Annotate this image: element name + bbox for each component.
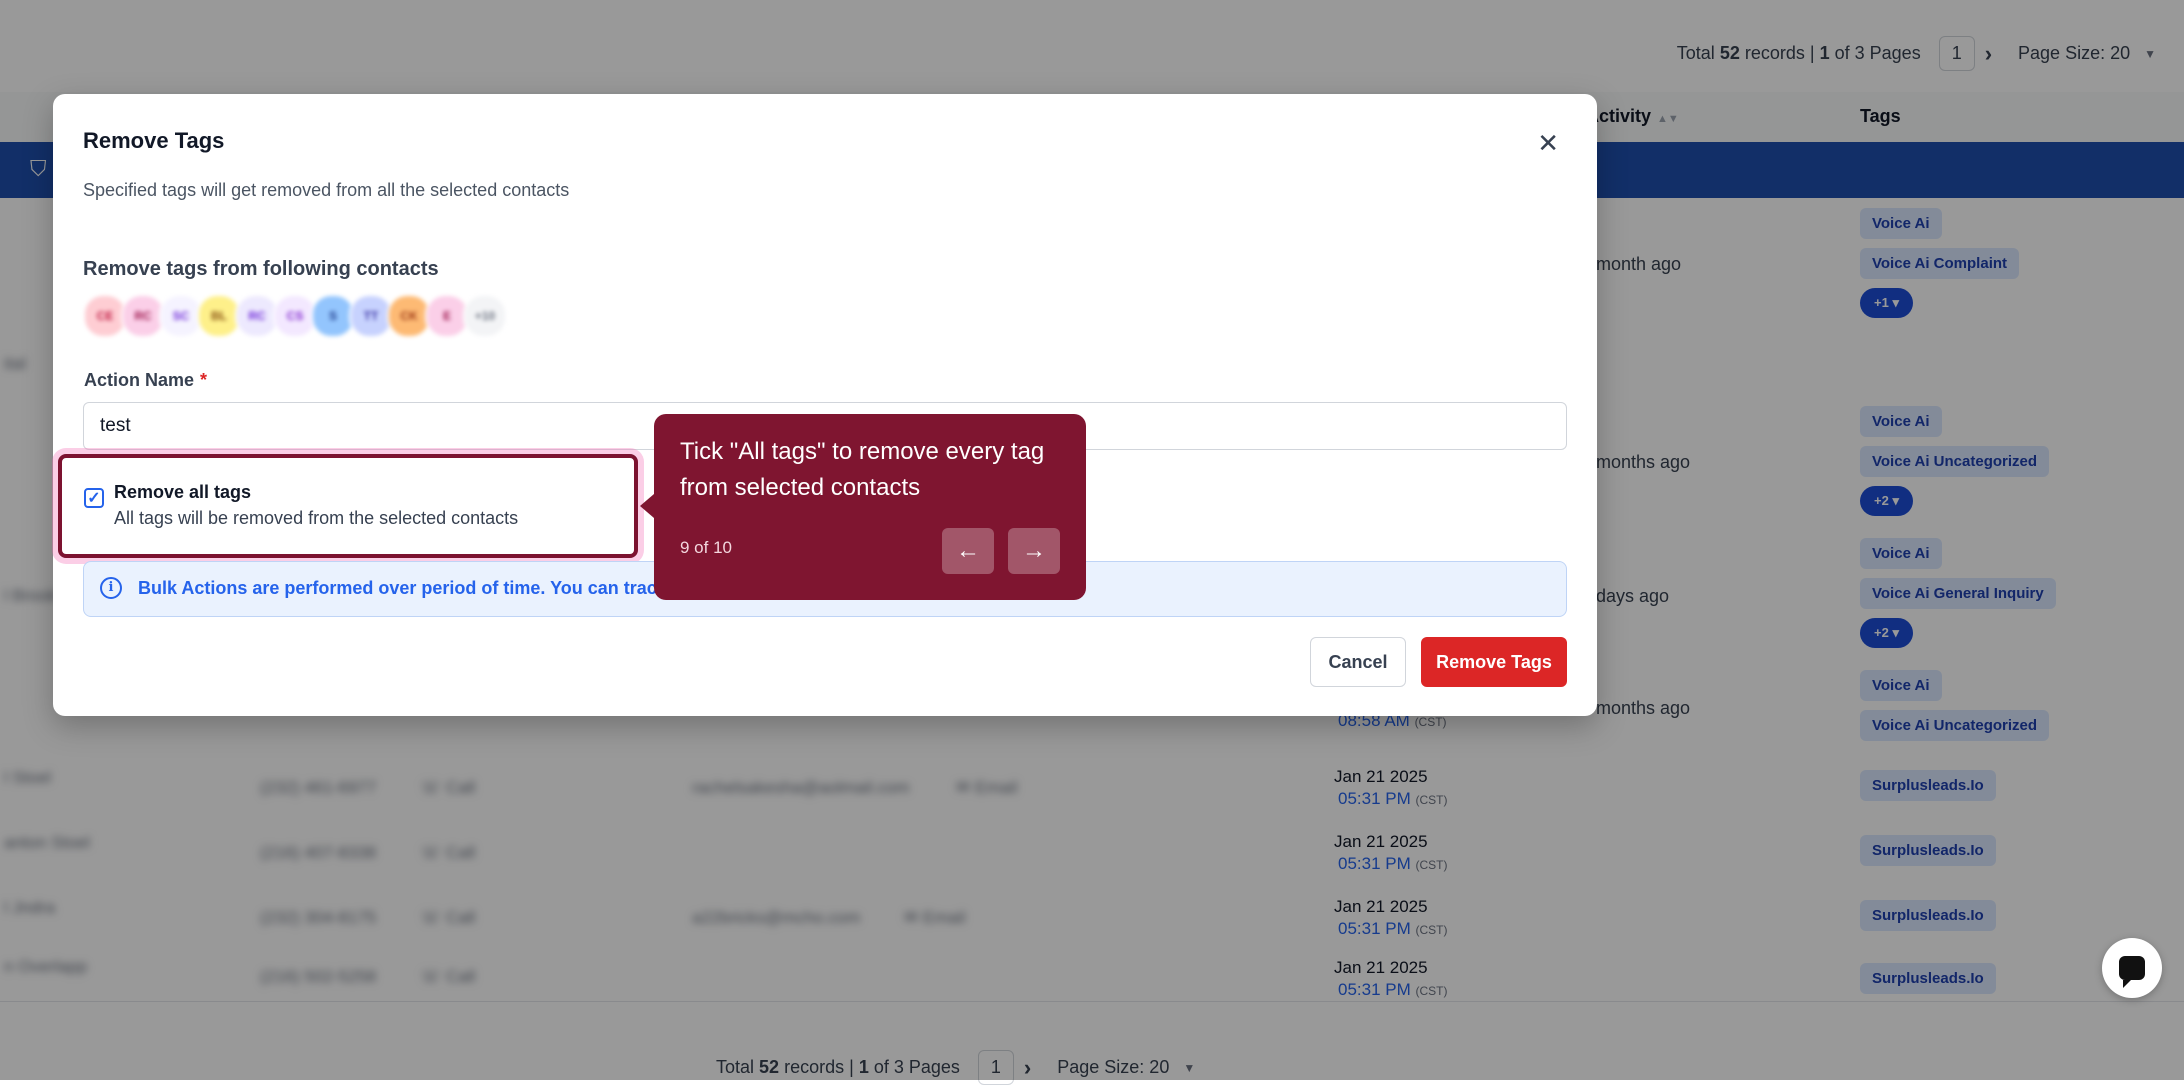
close-icon[interactable]: ✕ <box>1537 130 1559 156</box>
cancel-button[interactable]: Cancel <box>1310 637 1406 687</box>
checkbox-title: Remove all tags <box>114 482 252 502</box>
info-icon: i <box>100 577 122 599</box>
chat-widget-button[interactable] <box>2102 938 2162 998</box>
modal-title: Remove Tags <box>83 128 225 153</box>
modal-subtitle: Specified tags will get removed from all… <box>83 180 570 200</box>
contacts-label: Remove tags from following contacts <box>83 258 439 280</box>
action-name-label: Action Name * <box>84 370 208 390</box>
remove-tags-button[interactable]: Remove Tags <box>1421 637 1567 687</box>
tour-tooltip: Tick "All tags" to remove every tag from… <box>640 414 1086 600</box>
tooltip-step-counter: 9 of 10 <box>680 538 732 557</box>
check-icon: ✓ <box>87 490 101 507</box>
arrow-left-icon[interactable]: ← <box>942 528 994 574</box>
info-text: Bulk Actions are performed over period o… <box>138 578 678 598</box>
checkbox-description: All tags will be removed from the select… <box>114 508 519 528</box>
remove-all-checkbox[interactable]: ✓ <box>84 488 104 508</box>
chat-icon <box>2119 956 2145 988</box>
remove-all-tags-option[interactable]: ✓ Remove all tags All tags will be remov… <box>58 454 638 558</box>
tooltip-text: Tick "All tags" to remove every tag from… <box>680 438 1045 501</box>
arrow-right-icon[interactable]: → <box>1008 528 1060 574</box>
avatar-overflow[interactable]: +10 <box>463 294 507 338</box>
remove-tags-modal: Remove Tags ✕ Specified tags will get re… <box>53 94 1597 716</box>
contact-avatars: CE RC SC BL RC CS S TT CK E +10 <box>83 294 507 338</box>
